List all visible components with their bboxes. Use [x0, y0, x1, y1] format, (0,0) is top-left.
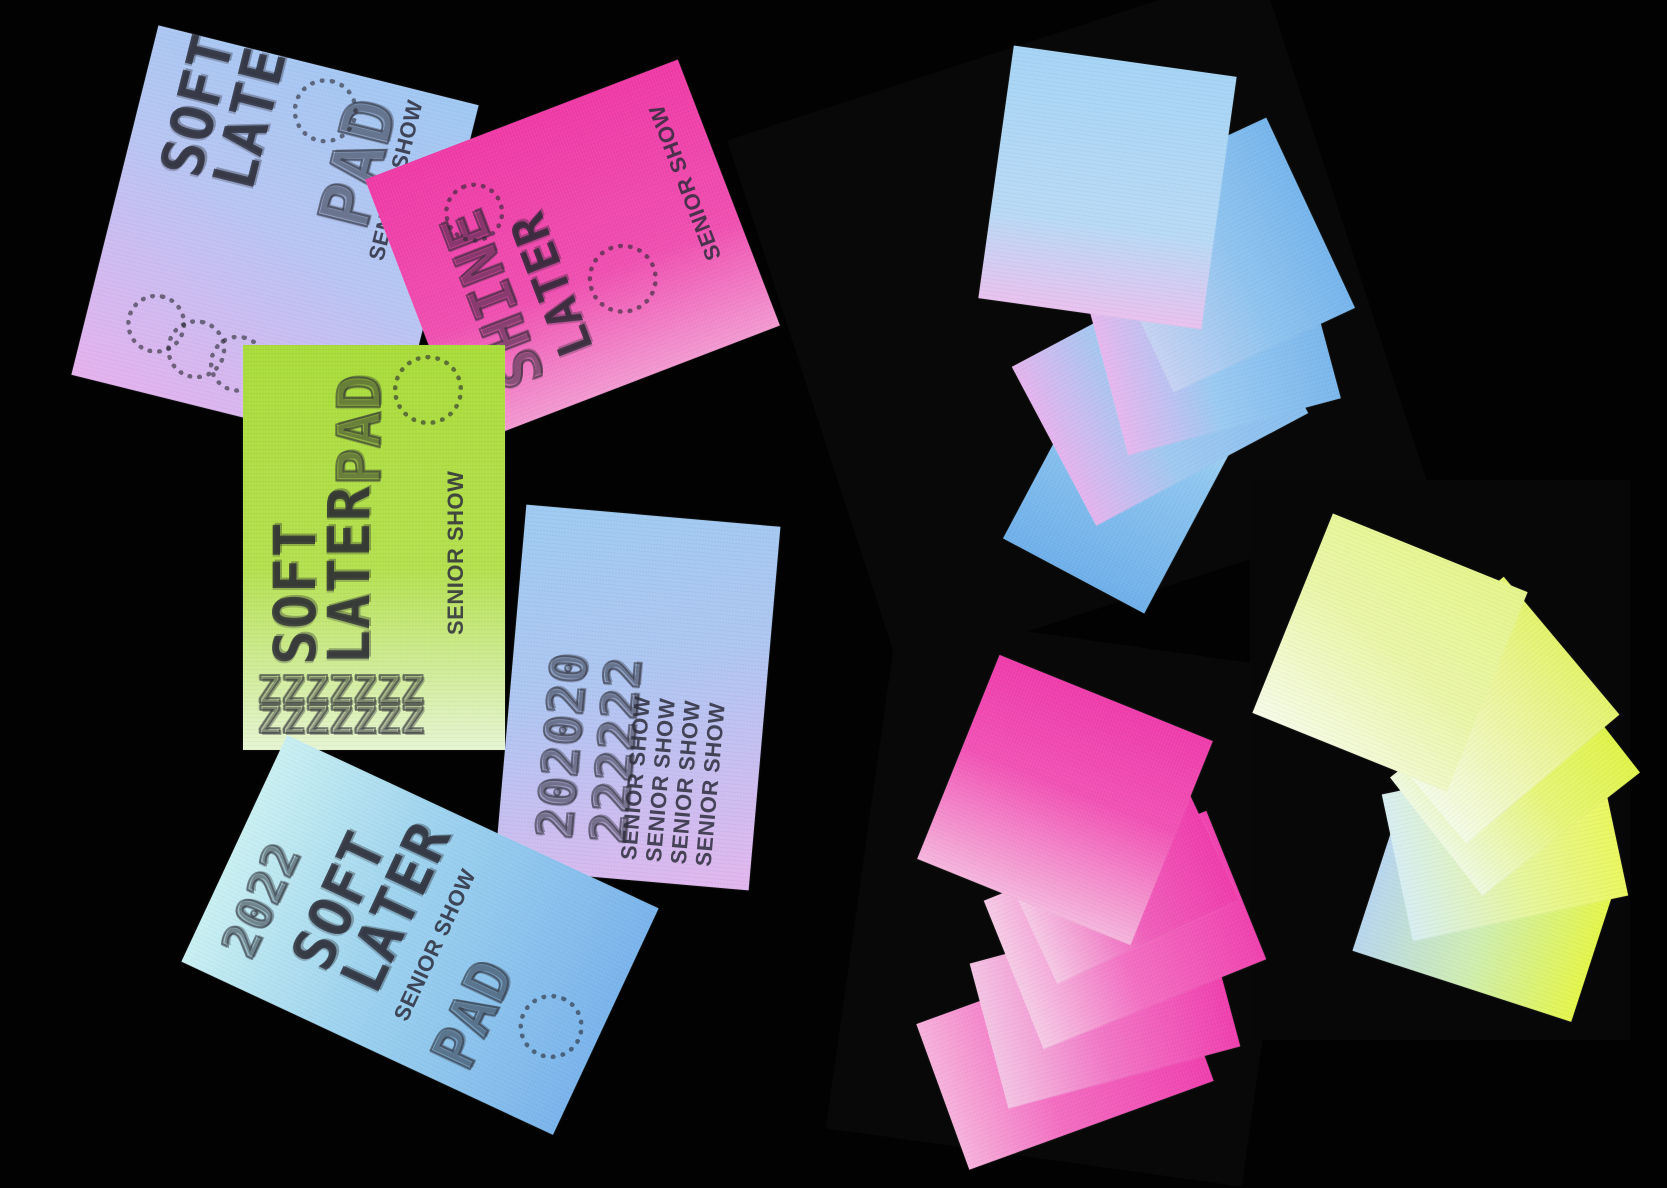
printed-card-blue-pink: 202020 222222 SENIOR SHOW SENIOR SHOW SE… — [494, 504, 781, 891]
printed-card-green: SOFT LATER ZZZZZZZ ZZZZZZZ PAD SENIOR SH… — [243, 345, 505, 750]
blank-card-blue — [978, 45, 1237, 330]
scanned-artwork-scene: SOFT LATER PAD SENIOR SHOW SHINE LATER S… — [0, 0, 1667, 1188]
senior-show-label: SENIOR SHOW — [443, 470, 468, 635]
